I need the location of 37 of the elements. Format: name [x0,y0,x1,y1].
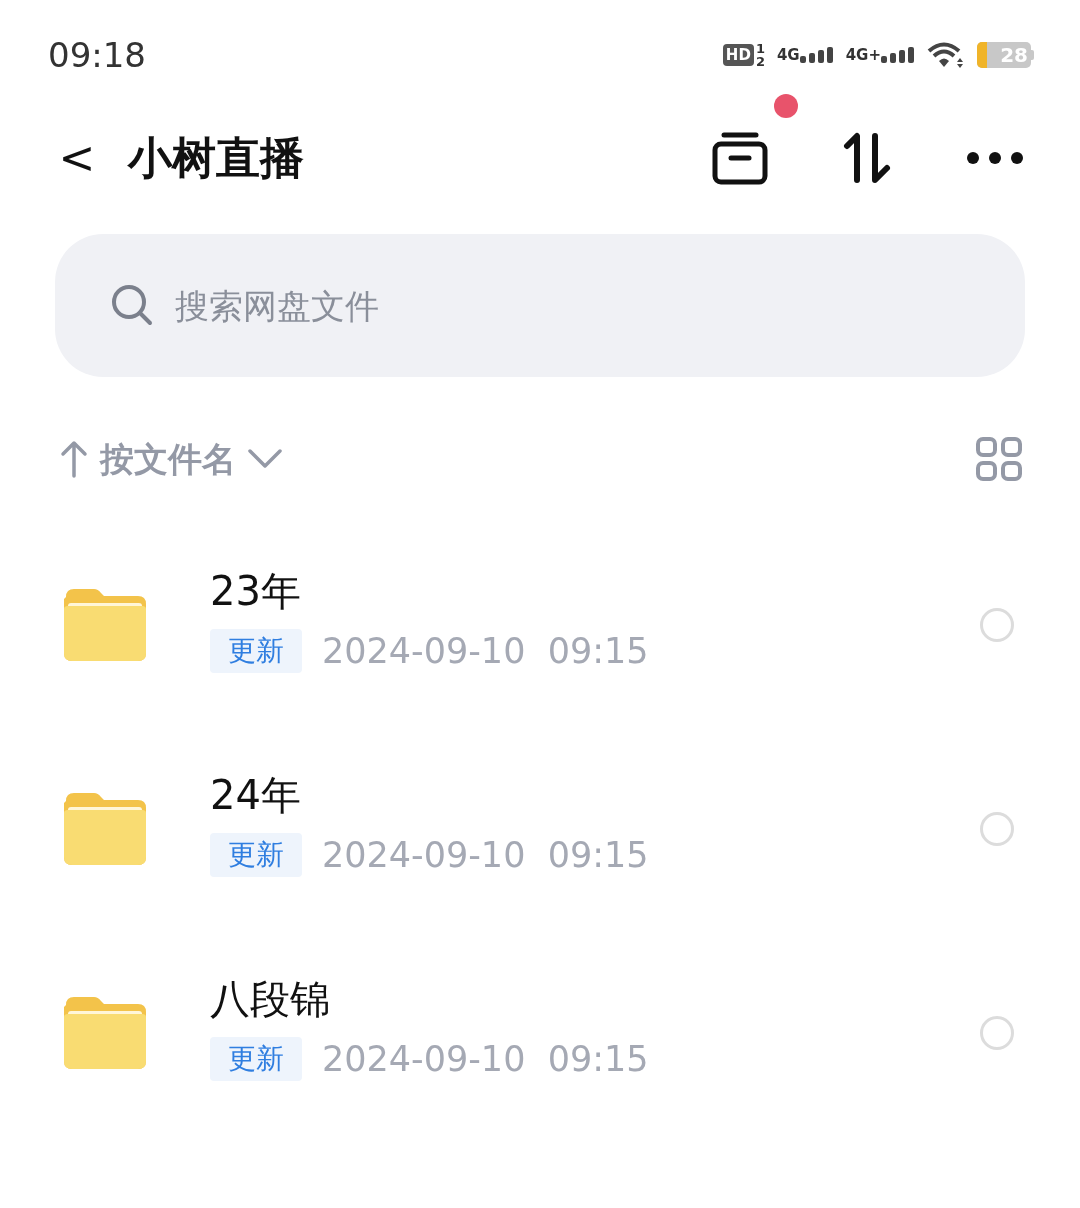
network-label: 4G [776,47,800,63]
more-icon [966,151,1024,165]
folder-row[interactable]: 23年 更新 2024-09-10 09:15 [0,523,1080,727]
page-title: 小树直播 [128,131,304,185]
modified-time: 2024-09-10 09:15 [322,1037,649,1081]
update-tag: 更新 [210,833,302,877]
sim-label: 2 [755,55,765,68]
search-icon [111,284,153,326]
folder-name: 23年 [210,566,302,616]
folder-name: 24年 [210,770,302,820]
update-tag: 更新 [210,1037,302,1081]
hd-badge: HD [722,44,754,66]
folder-row[interactable]: 八段锦 更新 2024-09-10 09:15 [0,931,1080,1135]
search-field[interactable]: 搜索网盘文件 [55,234,1025,377]
folder-name: 八段锦 [210,974,331,1024]
select-checkbox[interactable] [980,812,1014,846]
modified-time: 2024-09-10 09:15 [322,629,649,673]
back-button[interactable]: < [52,136,102,180]
folder-icon [62,995,148,1071]
signal-icon [881,47,915,63]
folder-icon [62,587,148,663]
chevron-down-icon [248,449,282,469]
network-label: 4G+ [845,47,881,63]
grid-view-button[interactable] [976,437,1022,481]
modified-time: 2024-09-10 09:15 [322,833,649,877]
wifi-icon [927,41,965,69]
sim-label: 1 [755,42,765,55]
grid-icon [976,437,1022,481]
battery-fill [977,42,987,68]
status-time: 09:18 [48,33,146,77]
select-checkbox[interactable] [980,1016,1014,1050]
folder-row[interactable]: 24年 更新 2024-09-10 09:15 [0,727,1080,931]
folder-icon [62,791,148,867]
box-icon [712,130,768,186]
select-checkbox[interactable] [980,608,1014,642]
update-tag: 更新 [210,629,302,673]
signal-icon [799,47,834,63]
